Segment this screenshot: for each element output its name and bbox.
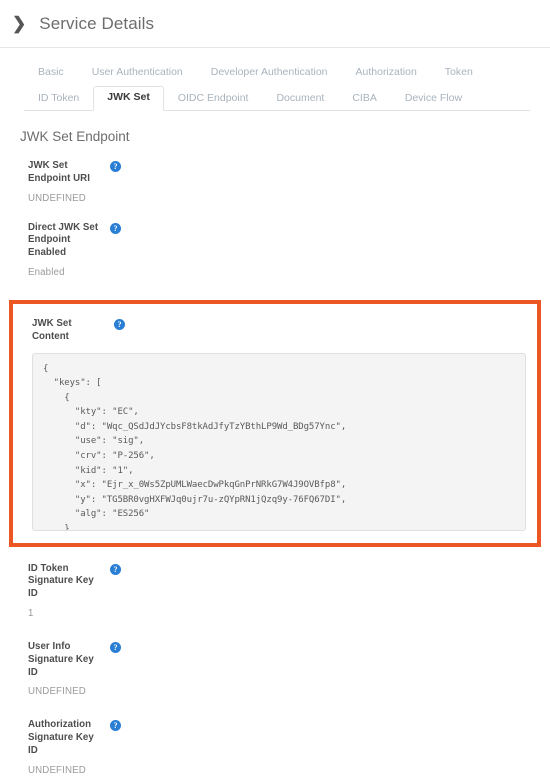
jwk-set-content-textarea[interactable]: { "keys": [ { "kty": "EC", "d": "Wqc_QSd… (32, 352, 526, 531)
field-user-info-signature-key-id: User Info Signature Key ID ? UNDEFINED (0, 641, 550, 697)
label-line-1: Authorization (28, 719, 92, 731)
label-line-3: ID (28, 588, 38, 600)
help-icon[interactable]: ? (110, 641, 121, 653)
tab-oidc-endpoint[interactable]: OIDC Endpoint (164, 87, 263, 111)
label-line-2: Signature Key (28, 653, 94, 665)
tab-authorization[interactable]: Authorization (342, 61, 431, 85)
label-line-1: JWK Set (32, 317, 72, 329)
tab-ciba[interactable]: CIBA (338, 87, 391, 111)
page-title: Service Details (39, 13, 155, 33)
label-line-2: Signature Key (28, 732, 94, 744)
main-content: JWK Set Endpoint JWK Set Endpoint URI ? … (0, 111, 550, 776)
help-icon[interactable]: ? (110, 563, 121, 575)
help-icon[interactable]: ? (110, 222, 121, 234)
label-line-1: User Info (28, 640, 71, 652)
tab-bar: Basic User Authentication Developer Auth… (0, 48, 550, 111)
field-header: JWK Set Content ? (32, 318, 526, 344)
field-label: JWK Set Endpoint URI (28, 160, 100, 186)
field-header: JWK Set Endpoint URI ? (28, 160, 530, 186)
tab-device-flow[interactable]: Device Flow (391, 87, 476, 111)
jwk-set-content-highlight: JWK Set Content ? { "keys": [ { "kty": "… (9, 299, 541, 547)
field-authorization-signature-key-id: Authorization Signature Key ID ? UNDEFIN… (0, 719, 550, 776)
label-line-1: ID Token (28, 562, 69, 574)
field-value: UNDEFINED (28, 192, 86, 204)
label-line-2: Endpoint URI (28, 172, 90, 184)
field-label: User Info Signature Key ID (28, 641, 100, 679)
tab-basic[interactable]: Basic (24, 61, 78, 85)
tab-user-authentication[interactable]: User Authentication (78, 61, 197, 85)
label-line-3: ID (28, 744, 38, 756)
label-line-2: Endpoint (28, 234, 71, 246)
tab-token[interactable]: Token (431, 61, 487, 85)
label-line-1: JWK Set (28, 160, 68, 171)
field-label: JWK Set Content (32, 318, 104, 344)
field-value: UNDEFINED (28, 686, 86, 698)
page-header: ❯ Service Details (0, 0, 550, 48)
field-value: 1 (28, 607, 34, 619)
field-direct-jwk-set-endpoint-enabled: Direct JWK Set Endpoint Enabled ? Enable… (0, 222, 550, 278)
field-label: Direct JWK Set Endpoint Enabled (28, 222, 100, 260)
field-jwk-set-content: JWK Set Content ? { "keys": [ { "kty": "… (13, 318, 537, 531)
field-label: Authorization Signature Key ID (28, 719, 100, 757)
tab-jwk-set[interactable]: JWK Set (93, 85, 164, 111)
tab-developer-authentication[interactable]: Developer Authentication (197, 61, 342, 85)
field-header: User Info Signature Key ID ? (28, 641, 530, 679)
help-icon[interactable]: ? (114, 318, 125, 330)
label-line-3: Enabled (28, 247, 67, 259)
label-line-3: ID (28, 666, 38, 678)
tab-row-secondary: ID Token JWK Set OIDC Endpoint Document … (0, 84, 550, 111)
field-value: Enabled (28, 266, 65, 278)
help-icon[interactable]: ? (110, 161, 121, 172)
tab-document[interactable]: Document (262, 87, 338, 111)
field-jwk-set-endpoint-uri: JWK Set Endpoint URI ? UNDEFINED (0, 160, 550, 204)
label-line-2: Signature Key (28, 575, 94, 587)
label-line-2: Content (32, 330, 69, 342)
tab-row-primary: Basic User Authentication Developer Auth… (0, 58, 550, 84)
field-label: ID Token Signature Key ID (28, 563, 100, 601)
help-icon[interactable]: ? (110, 720, 121, 732)
chevron-right-icon[interactable]: ❯ (12, 15, 26, 32)
tab-id-token[interactable]: ID Token (24, 87, 93, 111)
field-header: ID Token Signature Key ID ? (28, 563, 530, 601)
field-header: Authorization Signature Key ID ? (28, 719, 530, 757)
field-header: Direct JWK Set Endpoint Enabled ? (28, 222, 530, 260)
field-id-token-signature-key-id: ID Token Signature Key ID ? 1 (0, 563, 550, 619)
field-value: UNDEFINED (28, 764, 86, 776)
section-title: JWK Set Endpoint (20, 129, 130, 144)
label-line-1: Direct JWK Set (28, 221, 99, 233)
